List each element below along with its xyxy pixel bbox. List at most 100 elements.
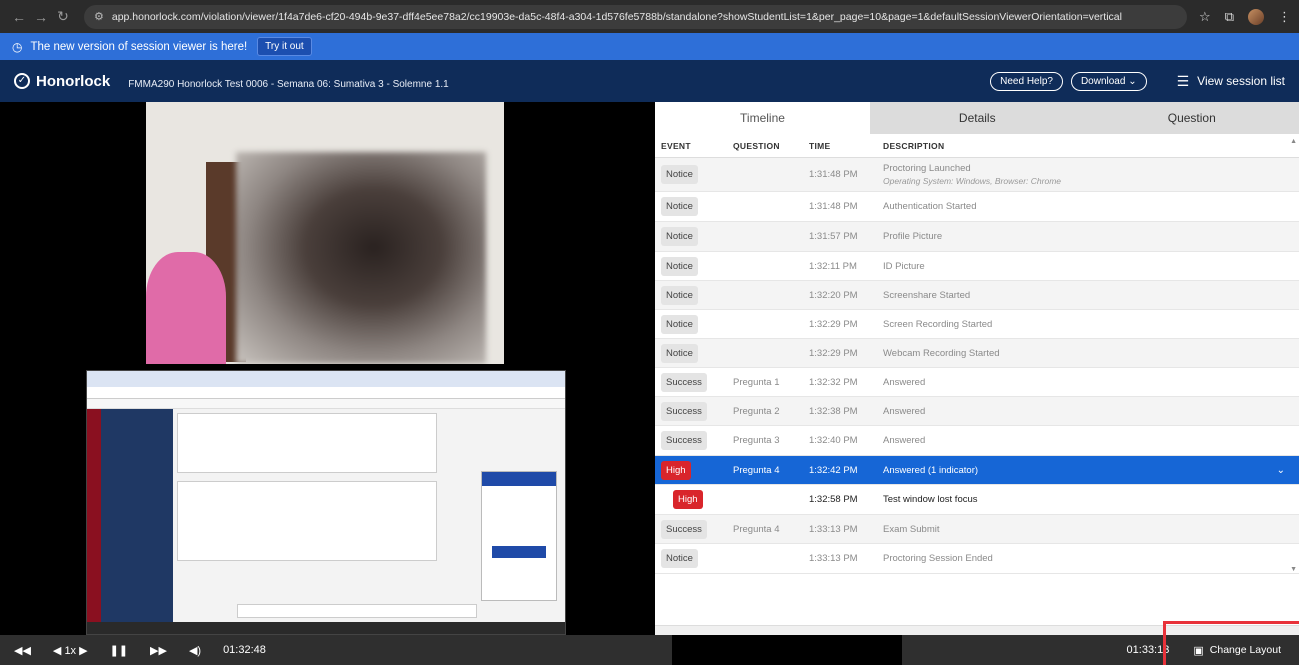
scroll-up-icon[interactable]: ▲	[1290, 138, 1297, 145]
table-row[interactable]: Success Pregunta 4 1:33:13 PM Exam Submit	[655, 515, 1299, 544]
description-text: Answered	[883, 405, 926, 417]
new-version-banner: ◷ The new version of session viewer is h…	[0, 33, 1299, 60]
time-cell: 1:32:38 PM	[809, 405, 858, 417]
table-row[interactable]: Notice 1:32:20 PM Screenshare Started	[655, 281, 1299, 310]
blurred-face	[236, 152, 486, 364]
description-cell: ID Picture	[881, 261, 1299, 272]
site-info-icon[interactable]: ⚙	[94, 10, 104, 23]
captured-sidebar	[87, 409, 173, 634]
table-row[interactable]: High 1:32:58 PM Test window lost focus	[655, 485, 1299, 515]
horizontal-scrollbar[interactable]	[655, 625, 1299, 635]
question-cell: Pregunta 3	[733, 435, 780, 446]
tab-details[interactable]: Details	[870, 102, 1085, 134]
time-cell: 1:32:32 PM	[809, 376, 858, 388]
description-subtext: Operating System: Windows, Browser: Chro…	[883, 176, 1062, 186]
timeline-rows: Notice 1:31:48 PM Proctoring Launched Opera…	[655, 158, 1299, 574]
time-cell: 1:31:48 PM	[809, 201, 858, 212]
panel-tabs: Timeline Details Question	[655, 102, 1299, 134]
browser-menu-icon[interactable]: ⋮	[1278, 9, 1291, 25]
chevron-down-icon[interactable]: ⌄	[1277, 465, 1285, 476]
bookmark-star-icon[interactable]: ☆	[1199, 9, 1211, 25]
end-time: 01:33:13	[1126, 644, 1170, 656]
speed-selector[interactable]: ◀ 1x ▶	[53, 644, 88, 657]
event-badge: Notice	[661, 197, 698, 216]
tab-timeline[interactable]: Timeline	[655, 102, 870, 134]
browser-toolbar: ← → ↻ ⚙ app.honorlock.com/violation/view…	[0, 0, 1299, 33]
description-cell: Answered	[881, 406, 1299, 417]
pause-button[interactable]: ❚❚	[110, 644, 128, 657]
pink-object	[146, 252, 226, 364]
description-cell: Profile Picture	[881, 231, 1299, 242]
header-description: DESCRIPTION	[883, 140, 945, 151]
captured-exam-content	[177, 413, 437, 613]
playback-controls: ◀◀ ◀ 1x ▶ ❚❚ ▶▶ ◀) 01:32:48 01:33:13 ▣ C…	[0, 635, 1299, 665]
description-text: Webcam Recording Started	[883, 347, 1000, 359]
event-badge: Notice	[661, 549, 698, 568]
description-text: Screenshare Started	[883, 289, 971, 301]
volume-icon[interactable]: ◀)	[189, 644, 201, 657]
try-it-out-button[interactable]: Try it out	[257, 37, 312, 56]
table-row[interactable]: Success Pregunta 1 1:32:32 PM Answered	[655, 368, 1299, 397]
event-badge: Success	[661, 372, 707, 392]
scroll-down-icon[interactable]: ▼	[1290, 566, 1297, 573]
question-cell: Pregunta 1	[733, 376, 780, 388]
table-row[interactable]: Notice 1:31:57 PM Profile Picture	[655, 222, 1299, 252]
table-row[interactable]: Notice 1:31:48 PM Authentication Started	[655, 192, 1299, 222]
table-row[interactable]: Notice 1:32:11 PM ID Picture	[655, 252, 1299, 281]
description-cell: Answered	[881, 435, 1299, 446]
extensions-icon[interactable]: ⧉	[1225, 9, 1234, 25]
event-badge: Notice	[661, 256, 698, 276]
table-row[interactable]: Notice 1:32:29 PM Webcam Recording Started	[655, 339, 1299, 368]
description-text: Test window lost focus	[883, 494, 978, 505]
captured-address-bar	[87, 387, 565, 399]
view-session-list-button[interactable]: ☰ View session list	[1177, 73, 1285, 90]
download-button[interactable]: Download ⌄	[1070, 71, 1147, 91]
description-cell: Exam Submit	[881, 524, 1299, 535]
question-cell: Pregunta 2	[733, 405, 780, 417]
description-cell: Screen Recording Started	[881, 319, 1299, 330]
table-row[interactable]: Success Pregunta 3 1:32:40 PM Answered	[655, 426, 1299, 456]
reload-icon[interactable]: ↻	[52, 8, 74, 25]
need-help-button[interactable]: Need Help?	[990, 71, 1063, 91]
event-badge: Success	[661, 431, 707, 450]
captured-bookmarks	[87, 399, 565, 409]
description-cell: Answered	[881, 377, 1299, 388]
description-text: Exam Submit	[883, 523, 940, 535]
tab-question[interactable]: Question	[1084, 102, 1299, 134]
table-row[interactable]: Notice 1:32:29 PM Screen Recording Started	[655, 310, 1299, 339]
question-cell: Pregunta 4	[733, 464, 780, 476]
description-text: Screen Recording Started	[883, 318, 993, 330]
header-event: EVENT	[661, 140, 691, 151]
event-badge: Notice	[661, 165, 698, 184]
event-badge: Notice	[661, 285, 698, 305]
time-cell: 1:32:58 PM	[809, 494, 858, 505]
description-cell: Test window lost focus	[881, 494, 1299, 505]
captured-tab-strip	[87, 371, 565, 387]
description-cell: Authentication Started	[881, 201, 1299, 212]
table-row[interactable]: High Pregunta 4 1:32:42 PM Answered (1 indi…	[655, 456, 1299, 485]
time-cell: 1:32:20 PM	[809, 289, 858, 301]
forward-icon[interactable]: →	[30, 9, 52, 25]
rewind-button[interactable]: ◀◀	[14, 644, 31, 657]
fast-forward-button[interactable]: ▶▶	[150, 644, 167, 657]
profile-avatar[interactable]	[1248, 8, 1264, 25]
address-bar[interactable]: ⚙ app.honorlock.com/violation/viewer/1f4…	[84, 4, 1188, 29]
video-player[interactable]	[0, 102, 652, 635]
event-badge: High	[673, 490, 703, 509]
header-question: QUESTION	[733, 140, 780, 151]
header-time: TIME	[809, 140, 831, 151]
description-text: Answered	[883, 435, 926, 446]
table-row[interactable]: Notice 1:31:48 PM Proctoring Launched Opera…	[655, 158, 1299, 192]
table-row[interactable]: Success Pregunta 2 1:32:38 PM Answered	[655, 397, 1299, 426]
table-row[interactable]: Notice 1:33:13 PM Proctoring Session Ended	[655, 544, 1299, 574]
description-text: Authentication Started	[883, 201, 977, 212]
event-badge: High	[661, 460, 691, 480]
description-text: Answered	[883, 376, 926, 388]
webcam-feed	[146, 102, 504, 364]
captured-chat-widget	[481, 471, 557, 601]
back-icon[interactable]: ←	[8, 9, 30, 25]
description-text: Proctoring Session Ended	[883, 553, 993, 564]
change-layout-button[interactable]: ▣ Change Layout	[1193, 644, 1281, 657]
description-cell: Answered (1 indicator)	[881, 465, 1299, 476]
exam-title: FMMA290 Honorlock Test 0006 - Semana 06:…	[128, 78, 449, 90]
